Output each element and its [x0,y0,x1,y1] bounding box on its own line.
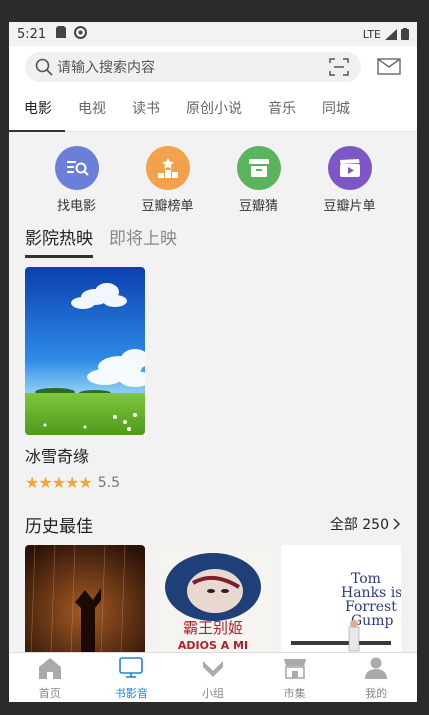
tab-original-novel[interactable]: 原创小说 [173,86,255,132]
tab-movie[interactable]: 电影 [9,86,65,132]
status-bar: 5:21 LTE [9,22,417,46]
category-tabs: 电影 电视 读书 原创小说 音乐 同城 [9,86,417,132]
search-input[interactable]: 请输入搜索内容 [25,52,361,82]
chevron-right-icon [393,518,401,530]
tab-books[interactable]: 读书 [119,86,173,132]
showing-tabs: 影院热映 即将上映 [25,224,177,258]
find-movie-button[interactable]: 找电影 [39,146,115,214]
history-posters: 霸王别姬 ADIOS A MI Tom Hanks is Forrest Gum… [25,545,401,655]
find-movie-label: 找电影 [56,199,96,214]
douban-chart-button[interactable]: 豆瓣榜单 [130,146,206,214]
sd-card-icon [56,26,67,42]
phone-screen: 5:21 LTE 请输入搜索内容 电影 电视 读书 原创小说 音乐 同城 找电影… [9,22,417,702]
nav-media[interactable]: 书影音 [91,653,173,702]
history-all-link[interactable]: 全部 250 [330,514,401,534]
nav-group[interactable]: 小组 [172,653,254,702]
tab-music[interactable]: 音乐 [255,86,309,132]
search-icon [35,58,53,76]
nav-mine-label: 我的 [365,687,388,700]
sync-icon [74,25,88,43]
rating-stars: ★★★★★ [25,473,93,492]
history-poster-2[interactable]: 霸王别姬 ADIOS A MI [153,545,273,655]
nav-media-label: 书影音 [114,687,148,700]
bottom-nav: 首页 书影音 小组 市集 我的 [9,652,417,702]
clapperboard-icon [327,146,372,190]
scan-icon[interactable] [329,58,349,76]
search-row: 请输入搜索内容 [9,46,417,86]
nav-market[interactable]: 市集 [254,653,336,702]
device-frame-top [0,0,429,22]
nav-home-label: 首页 [38,687,61,700]
mail-icon[interactable] [377,58,401,76]
tv-icon [119,657,144,678]
nav-mine[interactable]: 我的 [335,653,417,702]
group-icon [202,661,223,677]
history-poster-1[interactable] [25,545,145,655]
find-movie-icon [54,146,99,190]
user-icon [365,657,388,679]
poster2-title-cn: 霸王别姬 [183,619,243,637]
douban-list-label: 豆瓣片单 [323,199,376,214]
history-poster-3[interactable]: Tom Hanks is Forrest Gump [281,545,401,655]
tab-tv[interactable]: 电视 [65,86,119,132]
home-icon [38,658,61,679]
nav-market-label: 市集 [283,687,306,700]
rating-score: 5.5 [97,474,120,491]
tab-coming-soon[interactable]: 即将上映 [109,224,177,258]
nav-home[interactable]: 首页 [9,653,91,702]
movie-poster[interactable] [25,267,145,435]
poster2-title-en: ADIOS A MI [178,639,248,652]
ranking-icon [145,146,190,190]
douban-guess-label: 豆瓣猜 [238,199,278,214]
history-all-label: 全部 250 [329,517,389,533]
tab-in-theaters[interactable]: 影院热映 [25,224,93,258]
shop-icon [283,659,306,679]
status-right: LTE [363,28,409,41]
battery-icon [401,28,409,40]
network-type: LTE [362,27,381,41]
tab-local[interactable]: 同城 [309,86,363,132]
quick-actions: 找电影 豆瓣榜单 豆瓣猜 豆瓣片单 [9,146,417,214]
douban-chart-label: 豆瓣榜单 [141,199,194,214]
douban-guess-button[interactable]: 豆瓣猜 [221,146,297,214]
movie-card[interactable]: 冰雪奇缘 ★★★★★ 5.5 [25,267,145,492]
status-time: 5:21 [17,26,47,42]
movie-title: 冰雪奇缘 [25,447,90,466]
douban-list-button[interactable]: 豆瓣片单 [312,146,388,214]
poster3-line4: Gump [351,613,393,629]
nav-group-label: 小组 [201,687,224,700]
signal-icon [385,28,397,40]
box-icon [236,146,281,190]
search-placeholder: 请输入搜索内容 [57,60,155,76]
history-section-title: 历史最佳 [25,517,93,537]
movie-rating: ★★★★★ 5.5 [25,473,145,492]
